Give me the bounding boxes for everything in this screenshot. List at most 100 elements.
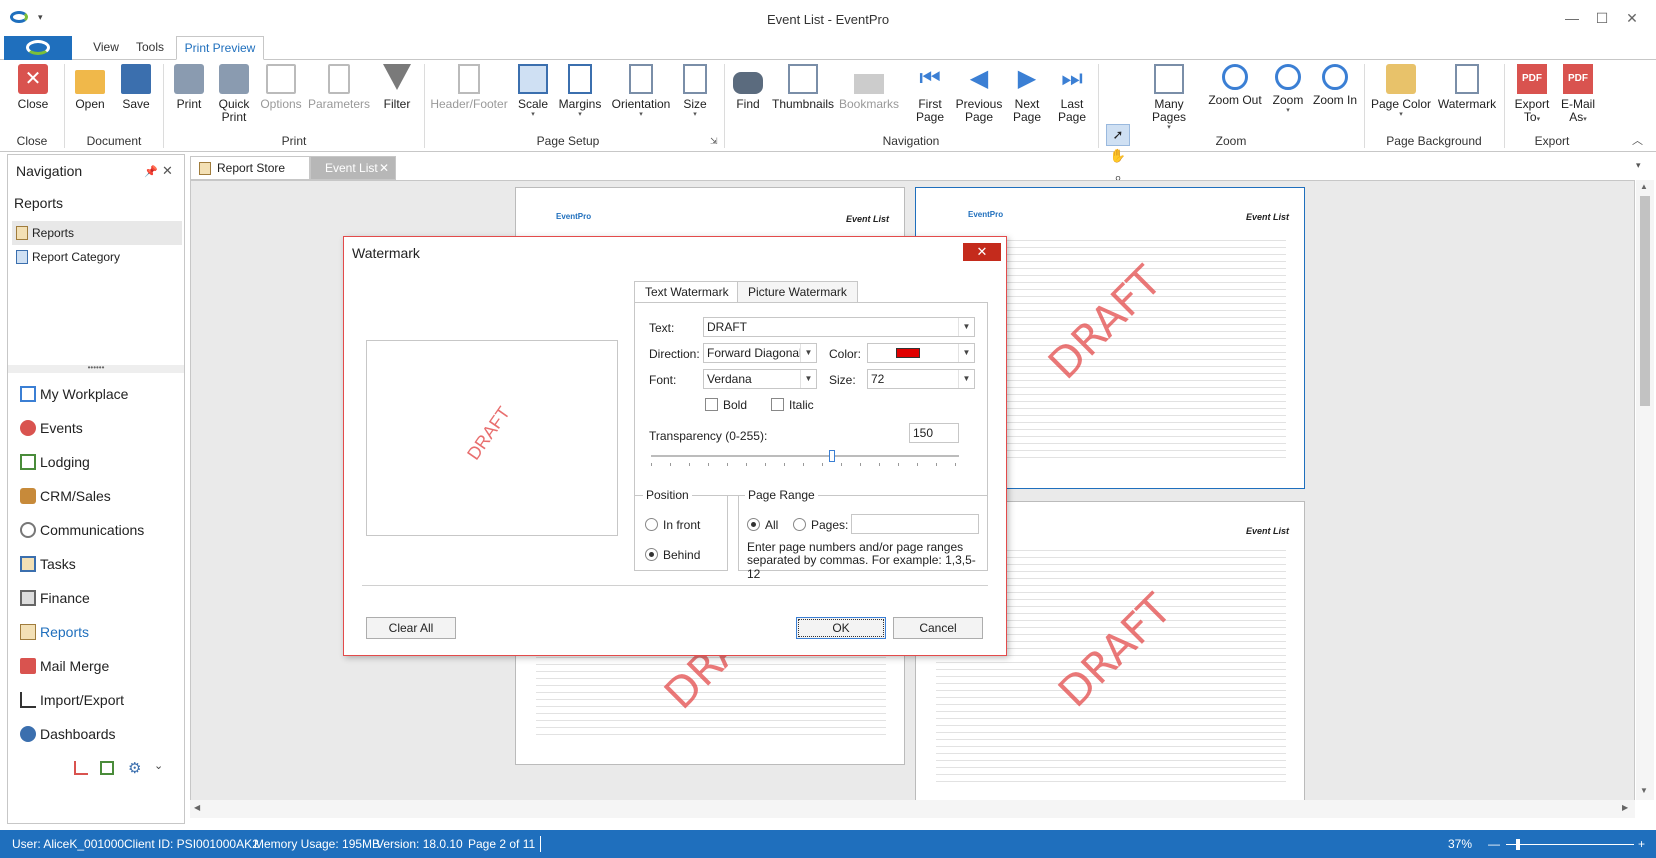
behind-radio[interactable] xyxy=(645,548,658,561)
vertical-scrollbar[interactable]: ▲ ▼ xyxy=(1636,180,1654,800)
italic-label: Italic xyxy=(789,398,814,412)
scroll-thumb[interactable] xyxy=(1640,196,1650,406)
save-button[interactable]: Save xyxy=(116,64,156,111)
color-picker[interactable]: ▼ xyxy=(867,343,975,363)
collapse-ribbon-icon[interactable]: ︿ xyxy=(1632,132,1643,148)
nav-sub-item-reports[interactable]: Reports xyxy=(12,221,182,245)
first-page-label-2: Page xyxy=(915,110,945,124)
direction-combo[interactable]: Forward Diagonal ▼ xyxy=(703,343,817,363)
size-combo[interactable]: 72 ▼ xyxy=(867,369,975,389)
doc-tab-event-list[interactable]: Event List ✕ xyxy=(310,156,396,180)
last-page-button[interactable]: ⏭ Last Page xyxy=(1052,64,1092,124)
chevron-down-icon[interactable]: ▼ xyxy=(800,370,816,388)
nav-sub-item-report-category[interactable]: Report Category xyxy=(12,245,182,269)
nav-item-import-export[interactable]: Import/Export xyxy=(12,683,182,717)
chevron-down-icon[interactable]: ▼ xyxy=(800,344,816,362)
header-footer-button[interactable]: Header/Footer xyxy=(430,64,508,111)
chevron-down-icon[interactable]: ▼ xyxy=(958,370,974,388)
nav-item-my-workplace[interactable]: My Workplace xyxy=(12,377,182,411)
zoom-out-small-icon[interactable]: — xyxy=(1488,837,1500,851)
font-combo[interactable]: Verdana ▼ xyxy=(703,369,817,389)
nav-item-events[interactable]: Events xyxy=(12,411,182,445)
settings-gear-icon[interactable]: ⚙ xyxy=(128,759,141,777)
clear-all-button[interactable]: Clear All xyxy=(366,617,456,639)
tab-tools[interactable]: Tools xyxy=(130,36,170,60)
nav-item-dashboards[interactable]: Dashboards xyxy=(12,717,182,751)
nav-item-communications[interactable]: Communications xyxy=(12,513,182,547)
many-pages-button[interactable]: Many Pages ▾ xyxy=(1136,64,1202,132)
scale-button[interactable]: Scale ▾ xyxy=(512,64,554,119)
pin-icon[interactable]: 📌 xyxy=(144,165,158,178)
zoom-out-button[interactable]: Zoom Out xyxy=(1206,64,1264,107)
bold-checkbox[interactable] xyxy=(705,398,718,411)
export-to-button[interactable]: PDF Export To▾ xyxy=(1510,64,1554,124)
watermark-button[interactable]: Watermark xyxy=(1436,64,1498,111)
chevron-down-icon[interactable]: ▼ xyxy=(958,344,974,362)
transparency-input[interactable]: 150 xyxy=(909,423,959,443)
cancel-button[interactable]: Cancel xyxy=(893,617,983,639)
scroll-left-icon[interactable]: ◀ xyxy=(194,803,200,812)
nav-item-finance[interactable]: Finance xyxy=(12,581,182,615)
size-button[interactable]: Size ▾ xyxy=(678,64,712,119)
chevron-down-icon[interactable]: ▼ xyxy=(958,318,974,336)
open-button[interactable]: Open xyxy=(70,64,110,111)
zoom-slider[interactable] xyxy=(1506,839,1634,850)
email-as-button[interactable]: PDF E-Mail As▾ xyxy=(1556,64,1600,124)
page-color-button[interactable]: Page Color ▾ xyxy=(1370,64,1432,119)
nav-item-mail-merge[interactable]: Mail Merge xyxy=(12,649,182,683)
nav-overflow-chevron-icon[interactable]: ⌄ xyxy=(154,759,163,772)
scroll-down-icon[interactable]: ▼ xyxy=(1640,786,1648,795)
zoom-button[interactable]: Zoom ▾ xyxy=(1268,64,1308,115)
slider-thumb[interactable] xyxy=(828,450,835,462)
dialog-close-button[interactable]: ✕ xyxy=(963,243,1001,261)
line-chart-icon[interactable] xyxy=(100,761,114,775)
in-front-radio[interactable] xyxy=(645,518,658,531)
options-button[interactable]: Options xyxy=(258,64,304,111)
print-button[interactable]: Print xyxy=(168,64,210,111)
minimize-button[interactable]: — xyxy=(1562,8,1582,28)
close-button[interactable]: ✕ Close xyxy=(12,64,54,111)
tab-picture-watermark[interactable]: Picture Watermark xyxy=(737,281,858,303)
nav-item-crm-sales[interactable]: CRM/Sales xyxy=(12,479,182,513)
ok-button[interactable]: OK xyxy=(796,617,886,639)
margins-button[interactable]: Margins ▾ xyxy=(556,64,604,119)
nav-item-tasks[interactable]: Tasks xyxy=(12,547,182,581)
tabs-dropdown-icon[interactable]: ▾ xyxy=(1636,160,1641,171)
scroll-up-icon[interactable]: ▲ xyxy=(1640,182,1648,191)
zoom-in-button[interactable]: Zoom In xyxy=(1310,64,1360,107)
horizontal-scrollbar[interactable]: ◀ ▶ xyxy=(190,800,1635,818)
maximize-button[interactable]: ☐ xyxy=(1592,8,1612,28)
transparency-slider[interactable] xyxy=(651,450,959,462)
orientation-button[interactable]: Orientation ▾ xyxy=(608,64,674,119)
previous-page-label-2: Page xyxy=(964,110,994,124)
italic-checkbox[interactable] xyxy=(771,398,784,411)
scroll-right-icon[interactable]: ▶ xyxy=(1622,803,1628,812)
tab-text-watermark[interactable]: Text Watermark xyxy=(634,281,740,303)
find-button[interactable]: Find xyxy=(730,64,766,111)
text-combo[interactable]: DRAFT ▼ xyxy=(703,317,975,337)
tab-print-preview[interactable]: Print Preview xyxy=(176,36,264,60)
bookmarks-button[interactable]: Bookmarks xyxy=(838,64,900,111)
nav-item-reports[interactable]: Reports xyxy=(12,615,182,649)
tab-view[interactable]: View xyxy=(86,36,126,60)
previous-page-button[interactable]: ◀ Previous Page xyxy=(954,64,1004,124)
file-menu-button[interactable] xyxy=(4,36,72,60)
doc-tab-report-store[interactable]: Report Store xyxy=(190,156,310,180)
first-page-button[interactable]: ⏮ First Page xyxy=(908,64,952,124)
tab-close-icon[interactable]: ✕ xyxy=(379,157,389,179)
bar-chart-icon[interactable] xyxy=(74,761,88,775)
zoom-slider-thumb[interactable] xyxy=(1516,839,1520,850)
thumbnails-button[interactable]: Thumbnails xyxy=(772,64,834,111)
nav-close-icon[interactable]: ✕ xyxy=(162,163,173,179)
zoom-in-small-icon[interactable]: + xyxy=(1638,837,1645,851)
next-page-button[interactable]: ▶ Next Page xyxy=(1006,64,1048,124)
parameters-button[interactable]: Parameters xyxy=(306,64,372,111)
all-radio[interactable] xyxy=(747,518,760,531)
nav-item-lodging[interactable]: Lodging xyxy=(12,445,182,479)
pages-input[interactable] xyxy=(851,514,979,534)
quick-print-button[interactable]: Quick Print xyxy=(212,64,256,124)
close-window-button[interactable]: ✕ xyxy=(1622,8,1642,28)
pages-radio[interactable] xyxy=(793,518,806,531)
filter-button[interactable]: Filter xyxy=(376,64,418,111)
panel-splitter[interactable]: •••••• xyxy=(8,364,184,373)
